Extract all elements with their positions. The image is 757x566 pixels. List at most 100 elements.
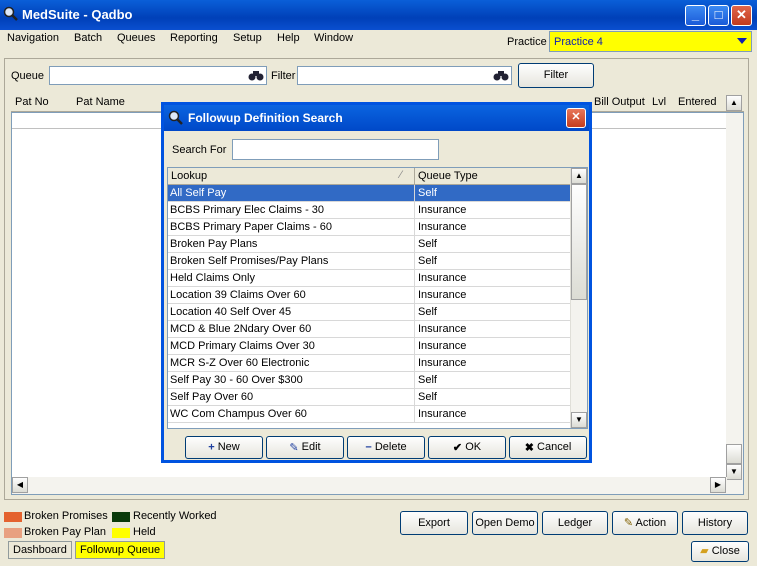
- tab-dashboard[interactable]: Dashboard: [8, 541, 72, 559]
- list-item[interactable]: Broken Self Promises/Pay Plans Self: [168, 253, 572, 270]
- folder-icon: ▰: [700, 545, 709, 557]
- list-item[interactable]: BCBS Primary Elec Claims - 30 Insurance: [168, 202, 572, 219]
- minus-icon: −: [365, 441, 372, 454]
- col-lookup[interactable]: Lookup: [171, 170, 207, 182]
- close-button[interactable]: ▰ Close: [691, 541, 749, 562]
- practice-label: Practice: [507, 36, 547, 48]
- scroll-left-button[interactable]: ◀: [12, 477, 28, 493]
- ledger-button[interactable]: Ledger: [542, 511, 608, 535]
- delete-button[interactable]: − Delete: [347, 436, 425, 459]
- menu-reporting[interactable]: Reporting: [170, 32, 218, 44]
- queue-type-cell: Insurance: [418, 323, 467, 335]
- edit-button[interactable]: ✎ Edit: [266, 436, 344, 459]
- filter-label: Filter: [271, 70, 296, 82]
- scroll-thumb[interactable]: [571, 184, 587, 300]
- window-titlebar: MedSuite - Qadbo _ □ ✕: [0, 0, 757, 30]
- binoculars-icon[interactable]: [248, 69, 264, 82]
- ok-button[interactable]: ✔ OK: [428, 436, 506, 459]
- checkmark-icon: ✔: [452, 442, 463, 454]
- list-item[interactable]: Self Pay Over 60 Self: [168, 389, 572, 406]
- menu-window[interactable]: Window: [314, 32, 353, 44]
- scroll-up-button[interactable]: ▲: [726, 95, 742, 111]
- close-button-label: Close: [711, 545, 740, 557]
- magnifier-app-icon: [3, 6, 18, 21]
- window-title: MedSuite - Qadbo: [22, 7, 133, 22]
- filter-input[interactable]: [297, 66, 512, 85]
- dialog-titlebar: Followup Definition Search ✕: [164, 105, 589, 131]
- col-queue-type[interactable]: Queue Type: [418, 170, 478, 182]
- pencil-icon: ✎: [623, 517, 634, 529]
- col-bill-output[interactable]: Bill Output: [594, 96, 645, 108]
- lookup-cell: MCD & Blue 2Ndary Over 60: [170, 323, 312, 335]
- menu-queues[interactable]: Queues: [117, 32, 156, 44]
- lookup-list[interactable]: Lookup ⁄ Queue Type All Self Pay Self BCBS…: [167, 167, 588, 429]
- scroll-down-button[interactable]: ▼: [726, 464, 742, 480]
- scroll-thumb[interactable]: [726, 444, 742, 464]
- maximize-button[interactable]: □: [708, 5, 729, 26]
- legend-swatch-recently-worked: [112, 512, 130, 522]
- new-button[interactable]: + New: [185, 436, 263, 459]
- scroll-right-button[interactable]: ▶: [710, 477, 726, 493]
- list-header: Lookup ⁄ Queue Type: [168, 168, 572, 185]
- sort-icon: ⁄: [400, 169, 402, 181]
- menu-setup[interactable]: Setup: [233, 32, 262, 44]
- filter-button[interactable]: Filter: [518, 63, 594, 88]
- list-item[interactable]: Held Claims Only Insurance: [168, 270, 572, 287]
- list-item[interactable]: MCD & Blue 2Ndary Over 60 Insurance: [168, 321, 572, 338]
- scroll-up-button[interactable]: ▲: [571, 168, 587, 184]
- col-pat-no[interactable]: Pat No: [15, 96, 49, 108]
- delete-button-label: Delete: [374, 441, 407, 453]
- open-demo-button[interactable]: Open Demo: [472, 511, 538, 535]
- vertical-scrollbar[interactable]: ▼: [726, 113, 743, 494]
- list-item[interactable]: BCBS Primary Paper Claims - 60 Insurance: [168, 219, 572, 236]
- search-for-label: Search For: [172, 144, 227, 156]
- cancel-button[interactable]: ✖ Cancel: [509, 436, 587, 459]
- action-button[interactable]: ✎ Action: [612, 511, 678, 535]
- queue-type-cell: Insurance: [418, 340, 467, 352]
- list-item[interactable]: Location 39 Claims Over 60 Insurance: [168, 287, 572, 304]
- lookup-cell: Broken Pay Plans: [170, 238, 258, 250]
- legend-swatch-broken-pay-plan: [4, 528, 22, 538]
- menu-navigation[interactable]: Navigation: [7, 32, 59, 44]
- x-icon: ✖: [524, 442, 534, 454]
- col-lvl[interactable]: Lvl: [652, 96, 666, 108]
- col-entered[interactable]: Entered: [678, 96, 717, 108]
- legend-swatch-held: [112, 528, 130, 538]
- tab-followup-queue[interactable]: Followup Queue: [75, 541, 166, 559]
- cancel-button-label: Cancel: [537, 441, 572, 453]
- lookup-cell: BCBS Primary Paper Claims - 60: [170, 221, 332, 233]
- list-item[interactable]: Self Pay 30 - 60 Over $300 Self: [168, 372, 572, 389]
- queue-type-cell: Self: [418, 187, 437, 199]
- new-button-label: New: [217, 441, 240, 453]
- lookup-cell: MCD Primary Claims Over 30: [170, 340, 315, 352]
- practice-value: Practice 4: [554, 36, 603, 48]
- lookup-cell: BCBS Primary Elec Claims - 30: [170, 204, 325, 216]
- menu-help[interactable]: Help: [277, 32, 300, 44]
- queue-input[interactable]: [49, 66, 267, 85]
- followup-definition-dialog: Followup Definition Search ✕ Search For …: [161, 102, 592, 463]
- horizontal-scrollbar[interactable]: ◀ ▶: [12, 477, 727, 494]
- dialog-close-button[interactable]: ✕: [566, 108, 586, 128]
- search-input[interactable]: [232, 139, 439, 160]
- close-window-button[interactable]: ✕: [731, 5, 752, 26]
- list-item[interactable]: MCR S-Z Over 60 Electronic Insurance: [168, 355, 572, 372]
- col-pat-name[interactable]: Pat Name: [76, 96, 125, 108]
- list-item[interactable]: All Self Pay Self: [168, 185, 572, 202]
- minimize-button[interactable]: _: [685, 5, 706, 26]
- legend-broken-promises: Broken Promises: [24, 510, 108, 522]
- queue-type-cell: Self: [418, 238, 437, 250]
- queue-type-cell: Self: [418, 391, 437, 403]
- list-item[interactable]: WC Com Champus Over 60 Insurance: [168, 406, 572, 423]
- export-button[interactable]: Export: [400, 511, 468, 535]
- history-button[interactable]: History: [682, 511, 748, 535]
- queue-type-cell: Insurance: [418, 272, 467, 284]
- binoculars-icon[interactable]: [493, 69, 509, 82]
- list-item[interactable]: MCD Primary Claims Over 30 Insurance: [168, 338, 572, 355]
- practice-dropdown[interactable]: Practice 4: [549, 31, 752, 52]
- queue-type-cell: Self: [418, 255, 437, 267]
- list-item[interactable]: Broken Pay Plans Self: [168, 236, 572, 253]
- list-item[interactable]: Location 40 Self Over 45 Self: [168, 304, 572, 321]
- scroll-down-button[interactable]: ▼: [571, 412, 587, 428]
- menu-batch[interactable]: Batch: [74, 32, 102, 44]
- list-scrollbar[interactable]: ▲ ▼: [570, 168, 587, 428]
